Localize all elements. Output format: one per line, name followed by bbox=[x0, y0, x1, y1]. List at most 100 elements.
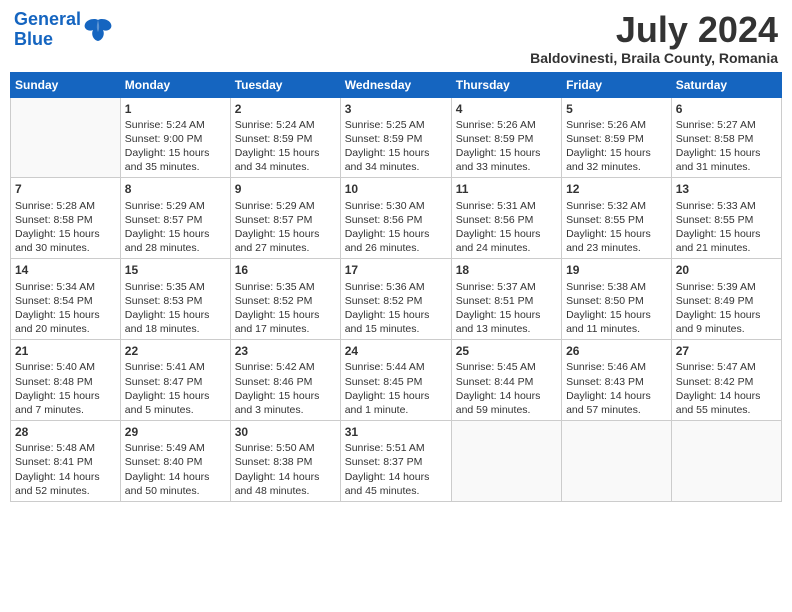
calendar-cell: 12 Sunrise: 5:32 AM Sunset: 8:55 PM Dayli… bbox=[562, 178, 672, 259]
calendar-week-4: 21Sunrise: 5:40 AM Sunset: 8:48 PM Dayli… bbox=[11, 340, 782, 421]
day-number: 18 bbox=[456, 262, 557, 278]
calendar-week-2: 7 Sunrise: 5:28 AM Sunset: 8:58 PM Daylig… bbox=[11, 178, 782, 259]
day-info: Sunrise: 5:32 AM Sunset: 8:55 PM Dayligh… bbox=[566, 199, 667, 256]
calendar-cell: 24Sunrise: 5:44 AM Sunset: 8:45 PM Dayli… bbox=[340, 340, 451, 421]
calendar-cell bbox=[671, 421, 781, 502]
calendar-cell: 15 Sunrise: 5:35 AM Sunset: 8:53 PM Dayli… bbox=[120, 259, 230, 340]
calendar-cell: 25Sunrise: 5:45 AM Sunset: 8:44 PM Dayli… bbox=[451, 340, 561, 421]
day-number: 19 bbox=[566, 262, 667, 278]
calendar-header-tuesday: Tuesday bbox=[230, 72, 340, 97]
day-info: Sunrise: 5:36 AM Sunset: 8:52 PM Dayligh… bbox=[345, 280, 447, 337]
day-info: Sunrise: 5:41 AM Sunset: 8:47 PM Dayligh… bbox=[125, 360, 226, 417]
day-number: 31 bbox=[345, 424, 447, 440]
calendar-cell bbox=[451, 421, 561, 502]
day-number: 16 bbox=[235, 262, 336, 278]
day-number: 2 bbox=[235, 101, 336, 117]
title-block: July 2024 Baldovinesti, Braila County, R… bbox=[530, 10, 778, 66]
day-info: Sunrise: 5:49 AM Sunset: 8:40 PM Dayligh… bbox=[125, 441, 226, 498]
calendar-cell bbox=[562, 421, 672, 502]
calendar-cell: 10 Sunrise: 5:30 AM Sunset: 8:56 PM Dayli… bbox=[340, 178, 451, 259]
day-number: 17 bbox=[345, 262, 447, 278]
day-info: Sunrise: 5:37 AM Sunset: 8:51 PM Dayligh… bbox=[456, 280, 557, 337]
day-number: 14 bbox=[15, 262, 116, 278]
day-info: Sunrise: 5:26 AM Sunset: 8:59 PM Dayligh… bbox=[456, 118, 557, 175]
calendar-cell: 3Sunrise: 5:25 AM Sunset: 8:59 PM Daylig… bbox=[340, 97, 451, 178]
calendar-cell: 26Sunrise: 5:46 AM Sunset: 8:43 PM Dayli… bbox=[562, 340, 672, 421]
calendar-cell: 28Sunrise: 5:48 AM Sunset: 8:41 PM Dayli… bbox=[11, 421, 121, 502]
calendar-header-row: SundayMondayTuesdayWednesdayThursdayFrid… bbox=[11, 72, 782, 97]
day-info: Sunrise: 5:29 AM Sunset: 8:57 PM Dayligh… bbox=[235, 199, 336, 256]
calendar-table: SundayMondayTuesdayWednesdayThursdayFrid… bbox=[10, 72, 782, 502]
day-number: 6 bbox=[676, 101, 777, 117]
day-number: 7 bbox=[15, 181, 116, 197]
calendar-cell: 27Sunrise: 5:47 AM Sunset: 8:42 PM Dayli… bbox=[671, 340, 781, 421]
day-info: Sunrise: 5:33 AM Sunset: 8:55 PM Dayligh… bbox=[676, 199, 777, 256]
calendar-cell bbox=[11, 97, 121, 178]
day-number: 12 bbox=[566, 181, 667, 197]
calendar-header-friday: Friday bbox=[562, 72, 672, 97]
day-number: 29 bbox=[125, 424, 226, 440]
logo-text2: Blue bbox=[14, 30, 81, 50]
calendar-week-5: 28Sunrise: 5:48 AM Sunset: 8:41 PM Dayli… bbox=[11, 421, 782, 502]
calendar-header-thursday: Thursday bbox=[451, 72, 561, 97]
day-number: 21 bbox=[15, 343, 116, 359]
day-number: 20 bbox=[676, 262, 777, 278]
logo-bird-icon bbox=[83, 16, 113, 44]
calendar-cell: 9 Sunrise: 5:29 AM Sunset: 8:57 PM Daylig… bbox=[230, 178, 340, 259]
day-info: Sunrise: 5:30 AM Sunset: 8:56 PM Dayligh… bbox=[345, 199, 447, 256]
day-info: Sunrise: 5:46 AM Sunset: 8:43 PM Dayligh… bbox=[566, 360, 667, 417]
day-number: 10 bbox=[345, 181, 447, 197]
calendar-cell: 4Sunrise: 5:26 AM Sunset: 8:59 PM Daylig… bbox=[451, 97, 561, 178]
day-number: 25 bbox=[456, 343, 557, 359]
calendar-cell: 14 Sunrise: 5:34 AM Sunset: 8:54 PM Dayli… bbox=[11, 259, 121, 340]
calendar-cell: 5Sunrise: 5:26 AM Sunset: 8:59 PM Daylig… bbox=[562, 97, 672, 178]
day-info: Sunrise: 5:51 AM Sunset: 8:37 PM Dayligh… bbox=[345, 441, 447, 498]
calendar-header-sunday: Sunday bbox=[11, 72, 121, 97]
day-number: 13 bbox=[676, 181, 777, 197]
day-info: Sunrise: 5:34 AM Sunset: 8:54 PM Dayligh… bbox=[15, 280, 116, 337]
calendar-week-3: 14 Sunrise: 5:34 AM Sunset: 8:54 PM Dayli… bbox=[11, 259, 782, 340]
day-info: Sunrise: 5:39 AM Sunset: 8:49 PM Dayligh… bbox=[676, 280, 777, 337]
day-info: Sunrise: 5:27 AM Sunset: 8:58 PM Dayligh… bbox=[676, 118, 777, 175]
day-number: 23 bbox=[235, 343, 336, 359]
calendar-cell: 30Sunrise: 5:50 AM Sunset: 8:38 PM Dayli… bbox=[230, 421, 340, 502]
calendar-cell: 17 Sunrise: 5:36 AM Sunset: 8:52 PM Dayli… bbox=[340, 259, 451, 340]
calendar-cell: 22Sunrise: 5:41 AM Sunset: 8:47 PM Dayli… bbox=[120, 340, 230, 421]
calendar-header-wednesday: Wednesday bbox=[340, 72, 451, 97]
subtitle: Baldovinesti, Braila County, Romania bbox=[530, 50, 778, 66]
day-number: 9 bbox=[235, 181, 336, 197]
day-info: Sunrise: 5:24 AM Sunset: 9:00 PM Dayligh… bbox=[125, 118, 226, 175]
day-number: 22 bbox=[125, 343, 226, 359]
day-info: Sunrise: 5:40 AM Sunset: 8:48 PM Dayligh… bbox=[15, 360, 116, 417]
calendar-cell: 18 Sunrise: 5:37 AM Sunset: 8:51 PM Dayli… bbox=[451, 259, 561, 340]
logo-text: General bbox=[14, 10, 81, 30]
page-header: General Blue July 2024 Baldovinesti, Bra… bbox=[10, 10, 782, 66]
calendar-cell: 6Sunrise: 5:27 AM Sunset: 8:58 PM Daylig… bbox=[671, 97, 781, 178]
calendar-cell: 2Sunrise: 5:24 AM Sunset: 8:59 PM Daylig… bbox=[230, 97, 340, 178]
calendar-cell: 13 Sunrise: 5:33 AM Sunset: 8:55 PM Dayli… bbox=[671, 178, 781, 259]
calendar-cell: 7 Sunrise: 5:28 AM Sunset: 8:58 PM Daylig… bbox=[11, 178, 121, 259]
day-number: 8 bbox=[125, 181, 226, 197]
day-number: 4 bbox=[456, 101, 557, 117]
calendar-cell: 1Sunrise: 5:24 AM Sunset: 9:00 PM Daylig… bbox=[120, 97, 230, 178]
calendar-cell: 31Sunrise: 5:51 AM Sunset: 8:37 PM Dayli… bbox=[340, 421, 451, 502]
calendar-cell: 11Sunrise: 5:31 AM Sunset: 8:56 PM Dayli… bbox=[451, 178, 561, 259]
calendar-header-monday: Monday bbox=[120, 72, 230, 97]
day-number: 1 bbox=[125, 101, 226, 117]
calendar-cell: 21Sunrise: 5:40 AM Sunset: 8:48 PM Dayli… bbox=[11, 340, 121, 421]
day-info: Sunrise: 5:28 AM Sunset: 8:58 PM Dayligh… bbox=[15, 199, 116, 256]
day-info: Sunrise: 5:29 AM Sunset: 8:57 PM Dayligh… bbox=[125, 199, 226, 256]
calendar-cell: 19Sunrise: 5:38 AM Sunset: 8:50 PM Dayli… bbox=[562, 259, 672, 340]
day-number: 5 bbox=[566, 101, 667, 117]
calendar-cell: 20 Sunrise: 5:39 AM Sunset: 8:49 PM Dayli… bbox=[671, 259, 781, 340]
day-number: 26 bbox=[566, 343, 667, 359]
calendar-cell: 8 Sunrise: 5:29 AM Sunset: 8:57 PM Daylig… bbox=[120, 178, 230, 259]
calendar-cell: 23Sunrise: 5:42 AM Sunset: 8:46 PM Dayli… bbox=[230, 340, 340, 421]
day-info: Sunrise: 5:35 AM Sunset: 8:53 PM Dayligh… bbox=[125, 280, 226, 337]
calendar-header-saturday: Saturday bbox=[671, 72, 781, 97]
day-number: 15 bbox=[125, 262, 226, 278]
day-info: Sunrise: 5:31 AM Sunset: 8:56 PM Dayligh… bbox=[456, 199, 557, 256]
day-number: 28 bbox=[15, 424, 116, 440]
day-number: 27 bbox=[676, 343, 777, 359]
calendar-cell: 29Sunrise: 5:49 AM Sunset: 8:40 PM Dayli… bbox=[120, 421, 230, 502]
